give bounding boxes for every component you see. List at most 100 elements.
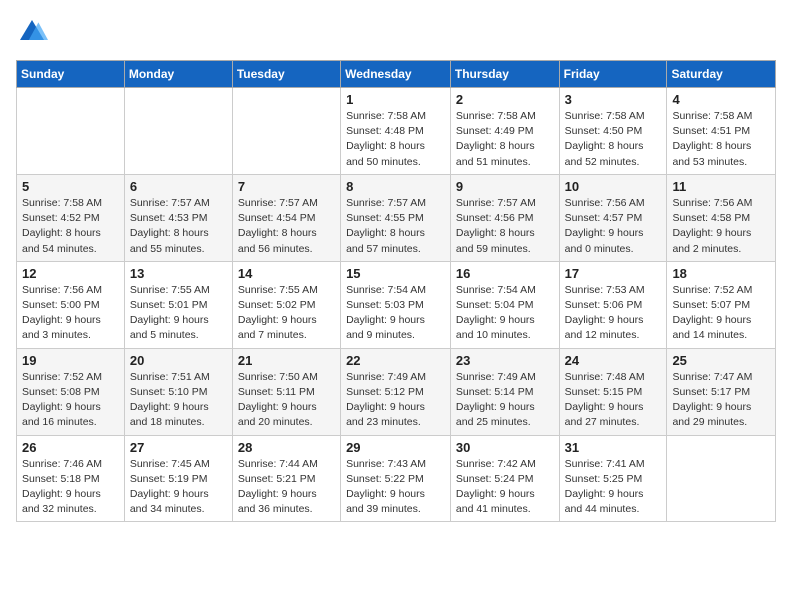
day-number: 15: [346, 266, 445, 281]
calendar-cell: 23 Sunrise: 7:49 AM Sunset: 5:14 PM Dayli…: [450, 348, 559, 435]
weekday-header: Sunday: [17, 61, 125, 88]
calendar-week-row: 26 Sunrise: 7:46 AM Sunset: 5:18 PM Dayli…: [17, 435, 776, 522]
day-number: 31: [565, 440, 662, 455]
calendar-cell: [17, 88, 125, 175]
calendar-cell: 14Sunrise: 7:55 AM Sunset: 5:02 PM Dayli…: [232, 261, 340, 348]
day-info: Sunrise: 7:49 AM Sunset: 5:12 PM Dayligh…: [346, 370, 445, 431]
calendar-week-row: 5Sunrise: 7:58 AM Sunset: 4:52 PM Daylig…: [17, 174, 776, 261]
day-info: Sunrise: 7:51 AM Sunset: 5:10 PM Dayligh…: [130, 370, 227, 431]
calendar-table: SundayMondayTuesdayWednesdayThursdayFrid…: [16, 60, 776, 522]
calendar-cell: 22 Sunrise: 7:49 AM Sunset: 5:12 PM Dayli…: [341, 348, 451, 435]
calendar-cell: 25Sunrise: 7:47 AM Sunset: 5:17 PM Dayli…: [667, 348, 776, 435]
day-info: Sunrise: 7:48 AM Sunset: 5:15 PM Dayligh…: [565, 370, 662, 431]
calendar-cell: [124, 88, 232, 175]
day-number: 11: [672, 179, 770, 194]
calendar-week-row: 19 Sunrise: 7:52 AM Sunset: 5:08 PM Dayli…: [17, 348, 776, 435]
calendar-cell: 13 Sunrise: 7:55 AM Sunset: 5:01 PM Dayli…: [124, 261, 232, 348]
calendar-cell: 6 Sunrise: 7:57 AM Sunset: 4:53 PM Daylig…: [124, 174, 232, 261]
day-info: Sunrise: 7:54 AM Sunset: 5:03 PM Dayligh…: [346, 283, 445, 344]
calendar-cell: 3 Sunrise: 7:58 AM Sunset: 4:50 PM Daylig…: [559, 88, 667, 175]
calendar-cell: 12 Sunrise: 7:56 AM Sunset: 5:00 PM Dayli…: [17, 261, 125, 348]
day-number: 12: [22, 266, 119, 281]
weekday-header-row: SundayMondayTuesdayWednesdayThursdayFrid…: [17, 61, 776, 88]
day-info: Sunrise: 7:44 AM Sunset: 5:21 PM Dayligh…: [238, 457, 335, 518]
day-number: 3: [565, 92, 662, 107]
day-info: Sunrise: 7:52 AM Sunset: 5:08 PM Dayligh…: [22, 370, 119, 431]
calendar-cell: [232, 88, 340, 175]
day-number: 1: [346, 92, 445, 107]
day-number: 26: [22, 440, 119, 455]
day-number: 6: [130, 179, 227, 194]
weekday-header: Friday: [559, 61, 667, 88]
day-info: Sunrise: 7:50 AM Sunset: 5:11 PM Dayligh…: [238, 370, 335, 431]
calendar-cell: 17 Sunrise: 7:53 AM Sunset: 5:06 PM Dayli…: [559, 261, 667, 348]
day-number: 29: [346, 440, 445, 455]
calendar-week-row: 1 Sunrise: 7:58 AM Sunset: 4:48 PM Daylig…: [17, 88, 776, 175]
calendar-cell: [667, 435, 776, 522]
day-number: 4: [672, 92, 770, 107]
calendar-cell: 30 Sunrise: 7:42 AM Sunset: 5:24 PM Dayli…: [450, 435, 559, 522]
day-number: 7: [238, 179, 335, 194]
day-number: 20: [130, 353, 227, 368]
day-number: 10: [565, 179, 662, 194]
day-info: Sunrise: 7:57 AM Sunset: 4:53 PM Dayligh…: [130, 196, 227, 257]
day-number: 23: [456, 353, 554, 368]
day-info: Sunrise: 7:56 AM Sunset: 4:58 PM Dayligh…: [672, 196, 770, 257]
day-info: Sunrise: 7:52 AM Sunset: 5:07 PM Dayligh…: [672, 283, 770, 344]
day-number: 28: [238, 440, 335, 455]
calendar-cell: 27 Sunrise: 7:45 AM Sunset: 5:19 PM Dayli…: [124, 435, 232, 522]
day-info: Sunrise: 7:57 AM Sunset: 4:56 PM Dayligh…: [456, 196, 554, 257]
calendar-week-row: 12 Sunrise: 7:56 AM Sunset: 5:00 PM Dayli…: [17, 261, 776, 348]
day-number: 13: [130, 266, 227, 281]
day-info: Sunrise: 7:42 AM Sunset: 5:24 PM Dayligh…: [456, 457, 554, 518]
day-info: Sunrise: 7:58 AM Sunset: 4:48 PM Dayligh…: [346, 109, 445, 170]
day-info: Sunrise: 7:49 AM Sunset: 5:14 PM Dayligh…: [456, 370, 554, 431]
weekday-header: Thursday: [450, 61, 559, 88]
day-info: Sunrise: 7:56 AM Sunset: 5:00 PM Dayligh…: [22, 283, 119, 344]
weekday-header: Wednesday: [341, 61, 451, 88]
day-number: 22: [346, 353, 445, 368]
day-info: Sunrise: 7:57 AM Sunset: 4:55 PM Dayligh…: [346, 196, 445, 257]
day-number: 5: [22, 179, 119, 194]
day-number: 24: [565, 353, 662, 368]
day-info: Sunrise: 7:43 AM Sunset: 5:22 PM Dayligh…: [346, 457, 445, 518]
weekday-header: Monday: [124, 61, 232, 88]
weekday-header: Saturday: [667, 61, 776, 88]
day-info: Sunrise: 7:46 AM Sunset: 5:18 PM Dayligh…: [22, 457, 119, 518]
day-info: Sunrise: 7:54 AM Sunset: 5:04 PM Dayligh…: [456, 283, 554, 344]
calendar-cell: 28 Sunrise: 7:44 AM Sunset: 5:21 PM Dayli…: [232, 435, 340, 522]
logo-icon: [16, 16, 48, 48]
day-number: 8: [346, 179, 445, 194]
calendar-cell: 8 Sunrise: 7:57 AM Sunset: 4:55 PM Daylig…: [341, 174, 451, 261]
calendar-cell: 4 Sunrise: 7:58 AM Sunset: 4:51 PM Daylig…: [667, 88, 776, 175]
day-info: Sunrise: 7:58 AM Sunset: 4:49 PM Dayligh…: [456, 109, 554, 170]
calendar-cell: 1 Sunrise: 7:58 AM Sunset: 4:48 PM Daylig…: [341, 88, 451, 175]
logo: [16, 16, 52, 48]
calendar-cell: 5Sunrise: 7:58 AM Sunset: 4:52 PM Daylig…: [17, 174, 125, 261]
calendar-cell: 20 Sunrise: 7:51 AM Sunset: 5:10 PM Dayli…: [124, 348, 232, 435]
calendar-cell: 2 Sunrise: 7:58 AM Sunset: 4:49 PM Daylig…: [450, 88, 559, 175]
calendar-cell: 9Sunrise: 7:57 AM Sunset: 4:56 PM Daylig…: [450, 174, 559, 261]
day-info: Sunrise: 7:58 AM Sunset: 4:50 PM Dayligh…: [565, 109, 662, 170]
day-number: 17: [565, 266, 662, 281]
calendar-cell: 16 Sunrise: 7:54 AM Sunset: 5:04 PM Dayli…: [450, 261, 559, 348]
day-info: Sunrise: 7:58 AM Sunset: 4:51 PM Dayligh…: [672, 109, 770, 170]
calendar-cell: 7 Sunrise: 7:57 AM Sunset: 4:54 PM Daylig…: [232, 174, 340, 261]
day-info: Sunrise: 7:41 AM Sunset: 5:25 PM Dayligh…: [565, 457, 662, 518]
calendar-cell: 19 Sunrise: 7:52 AM Sunset: 5:08 PM Dayli…: [17, 348, 125, 435]
calendar-cell: 11 Sunrise: 7:56 AM Sunset: 4:58 PM Dayli…: [667, 174, 776, 261]
day-number: 30: [456, 440, 554, 455]
day-info: Sunrise: 7:56 AM Sunset: 4:57 PM Dayligh…: [565, 196, 662, 257]
day-number: 2: [456, 92, 554, 107]
day-number: 19: [22, 353, 119, 368]
day-info: Sunrise: 7:45 AM Sunset: 5:19 PM Dayligh…: [130, 457, 227, 518]
weekday-header: Tuesday: [232, 61, 340, 88]
day-info: Sunrise: 7:57 AM Sunset: 4:54 PM Dayligh…: [238, 196, 335, 257]
day-info: Sunrise: 7:53 AM Sunset: 5:06 PM Dayligh…: [565, 283, 662, 344]
day-number: 27: [130, 440, 227, 455]
day-info: Sunrise: 7:55 AM Sunset: 5:01 PM Dayligh…: [130, 283, 227, 344]
calendar-cell: 10 Sunrise: 7:56 AM Sunset: 4:57 PM Dayli…: [559, 174, 667, 261]
day-number: 16: [456, 266, 554, 281]
calendar-cell: 21Sunrise: 7:50 AM Sunset: 5:11 PM Dayli…: [232, 348, 340, 435]
page-header: [16, 16, 776, 48]
